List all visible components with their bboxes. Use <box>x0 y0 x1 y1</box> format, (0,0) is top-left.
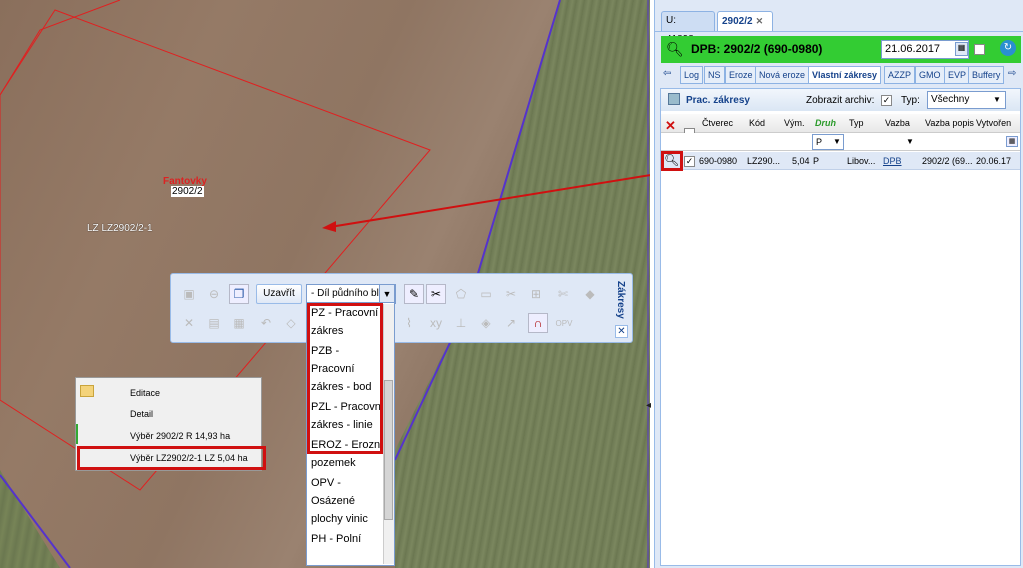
parcel-title: DPB: 2902/2 (690-0980) <box>691 42 823 56</box>
line-icon[interactable]: ⊥ <box>451 313 471 333</box>
subtab-eroze[interactable]: Eroze <box>725 66 757 84</box>
archive-label: Zobrazit archiv: <box>806 95 875 106</box>
subtab-vlastni-zakresy[interactable]: Vlastní zákresy <box>808 66 882 84</box>
arrow-head <box>322 221 336 232</box>
parcel-boundary-purple-bottom <box>0 474 71 568</box>
subtab-evp[interactable]: EVP <box>944 66 971 84</box>
date-checkbox[interactable] <box>974 44 985 55</box>
parcel-boundary-top <box>0 0 121 96</box>
scroll-left-icon[interactable]: ⇦ <box>663 68 671 79</box>
rectangle-icon[interactable]: ▭ <box>476 284 496 304</box>
chevron-down-icon[interactable]: ▼ <box>379 284 395 304</box>
type-label: Typ: <box>901 95 920 106</box>
node-icon[interactable]: ⌇ <box>399 313 419 333</box>
delete-icon[interactable]: ⊖ <box>204 284 224 304</box>
pencil-icon[interactable]: ✎ <box>404 284 424 304</box>
tab-parcel[interactable]: 2902/2 ✕ <box>717 11 773 31</box>
archive-checkbox[interactable]: ✓ <box>881 95 892 106</box>
cell-vytvoren: 20.06.17 <box>976 156 1012 166</box>
column-vytvoren[interactable]: Vytvořen <box>976 118 1011 128</box>
parcel-boundary-purple <box>394 0 561 461</box>
arrow-icon[interactable]: ↗ <box>501 313 521 333</box>
cell-vym: 5,04 <box>792 156 810 166</box>
polygon-icon[interactable]: ⬠ <box>451 284 471 304</box>
column-kod[interactable]: Kód <box>749 118 765 128</box>
column-vazba[interactable]: Vazba <box>885 118 910 128</box>
delete-icon[interactable]: ✕ <box>665 118 676 134</box>
column-ctverec[interactable]: Čtverec <box>702 118 733 128</box>
context-active-indicator <box>76 424 78 444</box>
subtab-buffery[interactable]: Buffery <box>968 66 1005 84</box>
close-icon[interactable]: ✕ <box>756 16 764 26</box>
split-icon[interactable]: ✂ <box>501 284 521 304</box>
layer2-icon[interactable]: ▦ <box>229 313 249 333</box>
highlight-box-zoom <box>661 151 683 171</box>
cut-icon[interactable]: ✄ <box>553 284 573 304</box>
context-item-edit[interactable]: Editace <box>130 388 160 398</box>
close-button[interactable]: Uzavřít <box>256 284 302 304</box>
column-vazba-popis[interactable]: Vazba popis <box>925 118 974 128</box>
shape-icon[interactable]: ◇ <box>281 313 301 333</box>
chevron-down-icon[interactable]: ▼ <box>905 137 915 146</box>
undo-icon[interactable]: ↶ <box>256 313 276 333</box>
map-label-lz: LZ LZ2902/2-1 <box>87 223 153 234</box>
section-title: Prac. zákresy <box>686 95 750 106</box>
dropdown-item[interactable]: PH - Polní <box>307 529 384 549</box>
column-typ[interactable]: Typ <box>849 118 864 128</box>
highlight-box-context <box>77 446 266 470</box>
opv-icon[interactable]: OPV <box>554 313 574 333</box>
column-vym[interactable]: Vým. <box>784 118 805 128</box>
arrow-line <box>329 174 650 228</box>
cell-vazba-popis: 2902/2 (69... <box>922 156 973 166</box>
row-checkbox[interactable]: ✓ <box>684 156 695 167</box>
fill-icon[interactable]: ◆ <box>580 284 600 304</box>
tab-u[interactable]: U: 41898✕ <box>661 11 715 45</box>
tab-label: 2902/2 <box>722 16 753 27</box>
search-icon[interactable]: 🔍︎ <box>666 41 684 58</box>
calendar-icon[interactable]: ▦ <box>1006 136 1018 147</box>
measure-icon[interactable]: ✂ <box>426 284 446 304</box>
subtab-log[interactable]: Log <box>680 66 704 84</box>
merge-icon[interactable]: ⊞ <box>526 284 546 304</box>
scroll-right-icon[interactable]: ⇨ <box>1008 68 1016 79</box>
close-icon[interactable]: ✕ <box>615 325 628 338</box>
cell-kod: LZ290... <box>747 156 781 166</box>
xy-icon[interactable]: xy <box>426 313 446 333</box>
subtab-azzp[interactable]: AZZP <box>884 66 916 84</box>
layer-icon[interactable]: ▤ <box>204 313 224 333</box>
subtab-gmo[interactable]: GMO <box>915 66 945 84</box>
section-icon <box>668 93 680 105</box>
cell-vazba-link[interactable]: DPB <box>883 156 902 166</box>
cell-druh: P <box>813 156 820 166</box>
cell-typ: Libov... <box>847 156 876 166</box>
magnet-icon[interactable]: ∩ <box>528 313 548 333</box>
toolbar-title: Zákresy <box>615 281 626 319</box>
dropdown-scroll-thumb[interactable] <box>384 380 393 520</box>
map-label-code: 2902/2 <box>171 186 204 197</box>
column-druh[interactable]: Druh <box>815 118 836 128</box>
dropdown-item[interactable]: OPV - Osázené plochy vinic <box>307 473 384 529</box>
save-icon[interactable]: ▣ <box>179 284 199 304</box>
cell-ctverec: 690-0980 <box>699 156 738 166</box>
refresh-icon[interactable]: ↻ <box>1000 40 1016 56</box>
window-icon[interactable]: ❐ <box>229 284 249 304</box>
remove-icon[interactable]: ✕ <box>179 313 199 333</box>
highlight-box-dropdown <box>307 303 383 454</box>
chevron-down-icon[interactable]: ▼ <box>991 95 1003 104</box>
chevron-down-icon[interactable]: ▼ <box>832 137 842 146</box>
panel-splitter[interactable]: ◂ <box>646 400 654 416</box>
calendar-icon[interactable]: ▦ <box>955 42 968 56</box>
context-item-select-r[interactable]: Výběr 2902/2 R 14,93 ha <box>130 431 230 441</box>
edit-icon <box>80 385 94 397</box>
context-item-detail[interactable]: Detail <box>130 409 153 419</box>
subtab-ns[interactable]: NS <box>704 66 725 84</box>
subtab-nova-eroze[interactable]: Nová eroze <box>755 66 810 84</box>
diamond-icon[interactable]: ◈ <box>476 313 496 333</box>
